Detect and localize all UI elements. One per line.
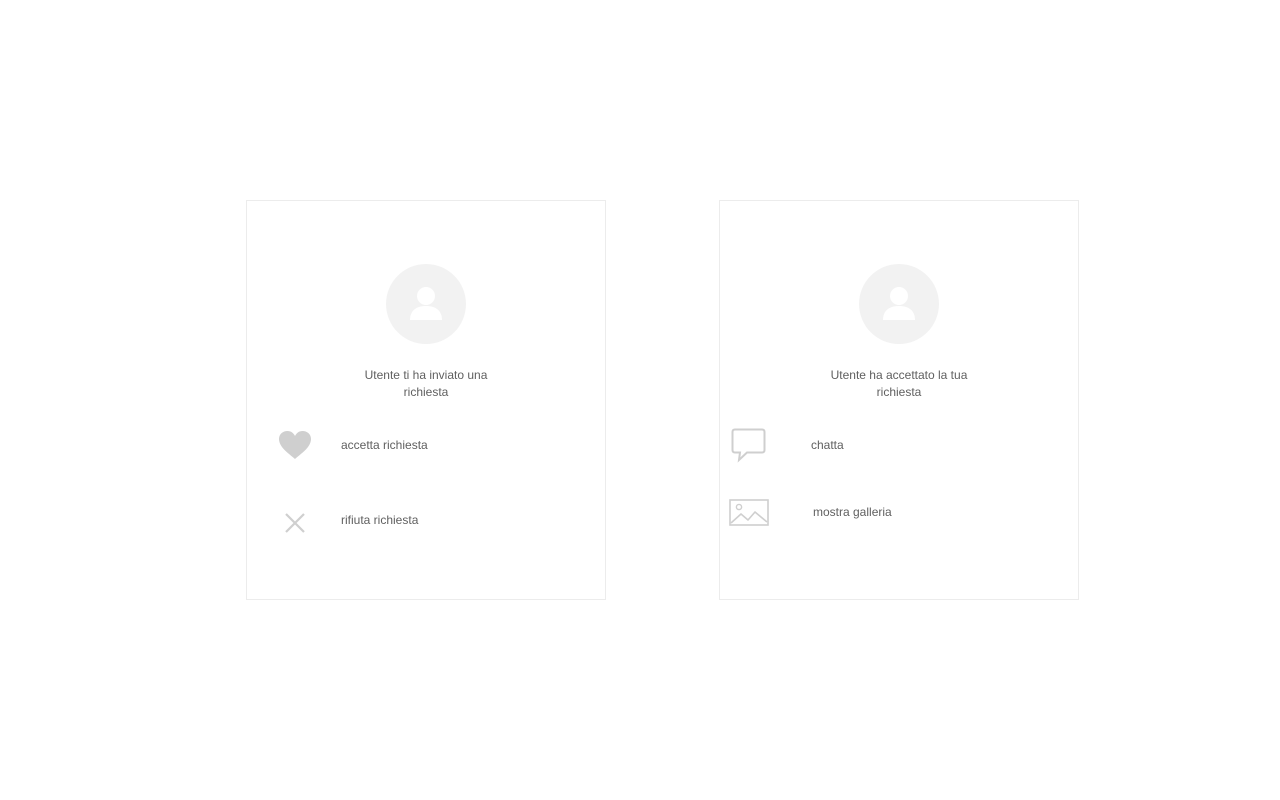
show-gallery-button[interactable]: mostra galleria bbox=[813, 505, 892, 519]
close-icon[interactable] bbox=[284, 512, 306, 534]
user-icon bbox=[883, 287, 915, 320]
request-message: Utente ti ha inviato una richiesta bbox=[364, 368, 488, 399]
chat-button[interactable]: chatta bbox=[811, 438, 844, 452]
reject-request-button[interactable]: rifiuta richiesta bbox=[341, 513, 418, 527]
user-icon bbox=[410, 287, 442, 320]
request-accepted-card: Utente ha accettato la tua richiesta cha… bbox=[719, 200, 1079, 600]
avatar bbox=[386, 264, 466, 344]
accept-request-button[interactable]: accetta richiesta bbox=[341, 438, 428, 452]
heart-icon[interactable] bbox=[277, 429, 313, 461]
chat-bubble-icon[interactable] bbox=[731, 427, 767, 463]
accepted-message: Utente ha accettato la tua richiesta bbox=[830, 368, 968, 399]
avatar bbox=[859, 264, 939, 344]
request-received-card: Utente ti ha inviato una richiesta accet… bbox=[246, 200, 606, 600]
image-gallery-icon[interactable] bbox=[729, 499, 769, 527]
